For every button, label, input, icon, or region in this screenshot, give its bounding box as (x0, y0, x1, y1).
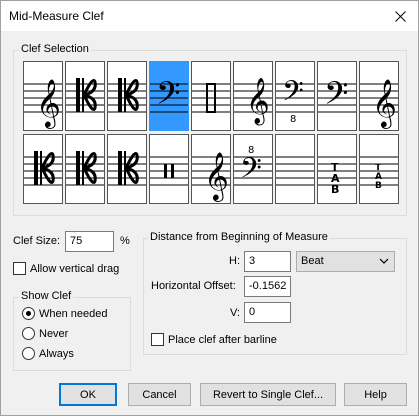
close-button[interactable] (390, 6, 410, 26)
percussion-clef-2-icon (150, 156, 188, 186)
horizontal-offset-input[interactable]: -0.1562 (244, 276, 291, 297)
clef-option[interactable]: 𝄞 (359, 61, 399, 131)
clef-option[interactable]: 8 𝄢 (233, 134, 273, 204)
clef-option[interactable]: 𝄢 (149, 61, 189, 131)
clef-size-input[interactable]: 75 (65, 231, 114, 252)
clef-size-label: Clef Size: (13, 235, 61, 247)
clef-option[interactable]: 𝄞 (191, 134, 231, 204)
soprano-c-clef-icon (24, 151, 62, 186)
help-button[interactable]: Help (344, 383, 407, 406)
clef-option[interactable]: TAB (359, 134, 399, 204)
clef-size-unit: % (120, 235, 130, 247)
window-title: Mid-Measure Clef (9, 9, 104, 23)
clef-option[interactable] (107, 134, 147, 204)
svg-text:𝄞: 𝄞 (372, 78, 397, 129)
svg-text:𝄢: 𝄢 (156, 75, 180, 119)
svg-text:B: B (331, 183, 339, 196)
place-after-barline-checkbox[interactable] (151, 333, 164, 346)
ok-button[interactable]: OK (59, 383, 117, 406)
allow-vertical-drag-checkbox[interactable] (13, 262, 26, 275)
cancel-button[interactable]: Cancel (128, 383, 191, 406)
treble-low-clef-icon: 𝄞 (192, 151, 230, 202)
clef-option[interactable]: TAB (317, 134, 357, 204)
bass-8vb-clef-icon: 𝄢8 (276, 75, 314, 125)
place-after-barline-label: Place clef after barline (168, 334, 277, 346)
distance-label: Distance from Beginning of Measure (148, 231, 330, 243)
clef-option[interactable] (107, 61, 147, 131)
bass-clef-icon: 𝄢 (150, 75, 188, 119)
clef-option[interactable] (149, 134, 189, 204)
clef-option[interactable] (191, 61, 231, 131)
svg-text:𝄞: 𝄞 (36, 78, 61, 129)
title-bar: Mid-Measure Clef (1, 1, 418, 31)
h-label: H: (229, 255, 240, 267)
horizontal-offset-label: Horizontal Offset: (151, 280, 236, 292)
unit-select[interactable]: Beat (296, 251, 395, 272)
radio-never-label: Never (39, 328, 69, 340)
radio-never[interactable] (22, 327, 35, 340)
revert-button[interactable]: Revert to Single Clef... (200, 383, 336, 406)
alto-clef-icon (66, 78, 104, 113)
clef-option[interactable] (23, 134, 63, 204)
h-input[interactable]: 3 (244, 251, 291, 272)
svg-text:𝄞: 𝄞 (246, 78, 270, 126)
mezzo-soprano-c-clef-icon (66, 151, 104, 186)
radio-always[interactable] (22, 347, 35, 360)
v-input[interactable]: 0 (244, 302, 291, 323)
clef-option[interactable]: 𝄞 (233, 61, 273, 131)
tenor-clef-icon (108, 78, 146, 113)
allow-vertical-drag-label: Allow vertical drag (30, 263, 120, 275)
clef-selection-label: Clef Selection (19, 43, 91, 55)
bass-8va-clef-icon: 8𝄢 (234, 145, 272, 192)
clef-option[interactable] (65, 61, 105, 131)
v-label: V: (230, 307, 240, 319)
percussion-clef-icon (192, 83, 230, 113)
unit-select-value: Beat (301, 255, 324, 267)
radio-always-label: Always (39, 348, 74, 360)
chevron-down-icon (379, 258, 389, 264)
radio-when-needed-label: When needed (39, 308, 108, 320)
clef-option[interactable]: 𝄞 (23, 61, 63, 131)
treble-clef-icon: 𝄞 (24, 78, 62, 129)
baritone-c-clef-icon (108, 151, 146, 186)
svg-text:8: 8 (290, 114, 296, 125)
close-icon (394, 10, 406, 22)
clef-option[interactable]: 𝄢 8 (275, 61, 315, 131)
svg-text:𝄞: 𝄞 (204, 151, 229, 202)
clef-option[interactable] (275, 134, 315, 204)
clef-option[interactable]: 𝄢 (317, 61, 357, 131)
baritone-f-clef-icon: 𝄢 (318, 75, 356, 119)
mid-measure-clef-dialog: Mid-Measure Clef Clef Selection 𝄞 𝄢 𝄞 𝄢 8 𝄢 𝄞 𝄞… (0, 0, 419, 416)
svg-text:𝄢: 𝄢 (324, 75, 348, 119)
svg-text:B: B (375, 181, 382, 191)
clef-option[interactable] (65, 134, 105, 204)
clef-grid: 𝄞 𝄢 𝄞 𝄢 8 𝄢 𝄞 𝄞 8 𝄢 T A B T A B (23, 61, 399, 204)
svg-text:𝄢: 𝄢 (282, 75, 304, 115)
treble-8vb-clef-icon: 𝄞 (234, 78, 272, 126)
tab-clef-icon: TAB (318, 156, 356, 196)
french-violin-clef-icon: 𝄞 (360, 78, 398, 129)
svg-text:𝄢: 𝄢 (240, 152, 262, 192)
blank-clef-icon (276, 156, 314, 186)
tab-small-clef-icon: TAB (360, 156, 398, 191)
radio-when-needed[interactable] (22, 307, 35, 320)
show-clef-label: Show Clef (19, 290, 74, 302)
